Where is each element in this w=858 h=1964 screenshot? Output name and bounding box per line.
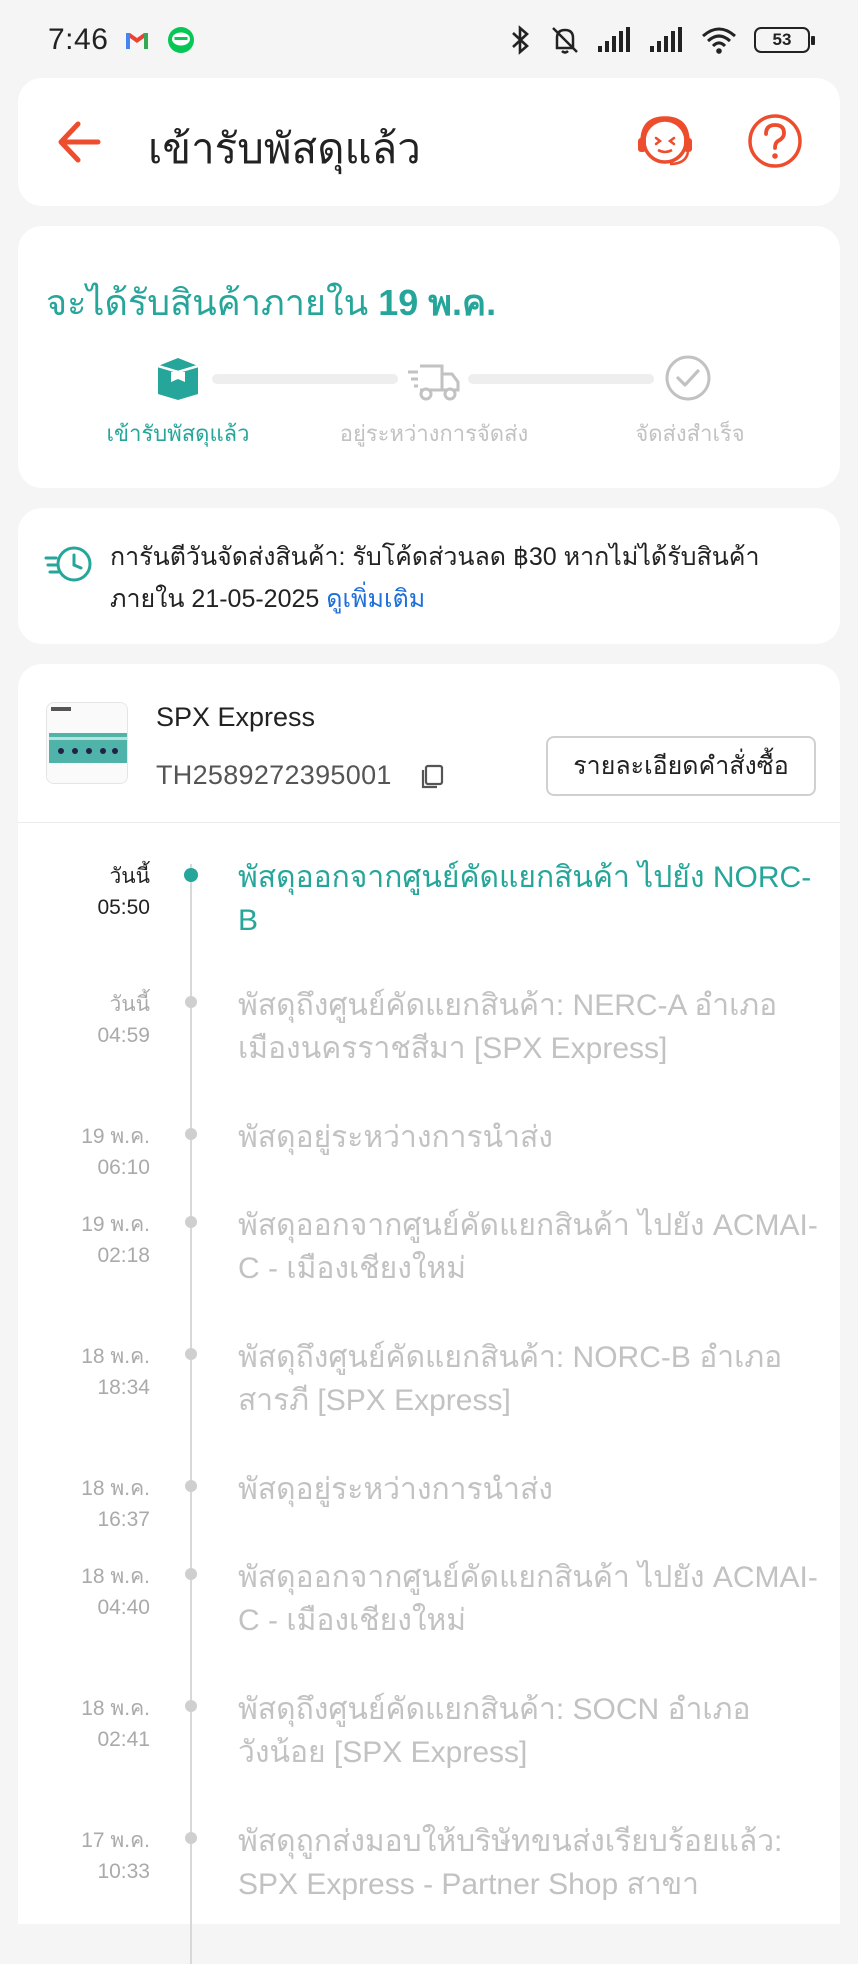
guarantee-message: การันตีวันจัดส่งสินค้า: รับโค้ดส่วนลด ฿3… <box>110 536 810 620</box>
event-description: พัสดุอยู่ระหว่างการนำส่ง <box>238 1473 553 1506</box>
timeline-dot <box>185 1216 197 1228</box>
battery-indicator: 53 <box>754 27 815 53</box>
event-date: 18 พ.ค. <box>81 1697 150 1720</box>
support-agent-icon[interactable] <box>632 108 698 174</box>
step-label-in-transit: อยู่ระหว่างการจัดส่ง <box>339 421 529 446</box>
status-indicators: 53 <box>508 24 815 56</box>
event-time: 04:40 <box>97 1596 150 1619</box>
status-bar: 7:46 53 <box>0 0 858 80</box>
timeline-line <box>190 864 192 1964</box>
event-time: 04:59 <box>97 1024 150 1047</box>
progress-connector <box>468 374 654 384</box>
event-description: พัสดุถึงศูนย์คัดแยกสินค้า: NORC-B อำเภอส… <box>238 1341 783 1417</box>
timeline-dot <box>185 1128 197 1140</box>
header-bar: เข้ารับพัสดุแล้ว <box>18 78 840 206</box>
carrier-logo <box>46 702 128 784</box>
back-arrow-icon[interactable] <box>48 110 118 174</box>
signal-icon <box>650 27 682 52</box>
see-more-link[interactable]: ดูเพิ่มเติม <box>326 585 425 613</box>
step-label-delivered: จัดส่งสำเร็จ <box>635 421 745 446</box>
signal-icon <box>598 27 630 52</box>
event-date: 18 พ.ค. <box>81 1345 150 1368</box>
help-icon[interactable] <box>742 108 808 174</box>
event-date: วันนี้ <box>109 993 150 1016</box>
event-date: 18 พ.ค. <box>81 1565 150 1588</box>
event-date: 19 พ.ค. <box>81 1125 150 1148</box>
event-time: 10:33 <box>97 1860 150 1883</box>
step-label-picked-up: เข้ารับพัสดุแล้ว <box>106 421 250 446</box>
page-title: เข้ารับพัสดุแล้ว <box>148 125 421 172</box>
line-app-icon <box>168 27 195 53</box>
timeline-dot <box>184 868 198 882</box>
tracking-card: SPX Express TH2589272395001 รายละเอียดคำ… <box>18 664 840 1964</box>
timeline-dot <box>185 1348 197 1360</box>
timeline-dot <box>185 1480 197 1492</box>
delivery-estimate-prefix: จะได้รับสินค้าภายใน <box>46 282 369 323</box>
truck-icon <box>408 364 460 401</box>
product-thumbnail-icon <box>47 703 127 783</box>
carrier-name: SPX Express <box>156 702 316 732</box>
event-time: 18:34 <box>97 1376 150 1399</box>
status-time: 7:46 <box>48 23 109 56</box>
bluetooth-icon <box>512 25 529 55</box>
clock-fast-icon <box>44 546 92 582</box>
guarantee-text: การันตีวันจัดส่งสินค้า: รับโค้ดส่วนลด ฿3… <box>110 543 760 613</box>
event-time: 02:41 <box>97 1728 150 1751</box>
check-circle-icon <box>665 355 711 401</box>
delivery-estimate: จะได้รับสินค้าภายใน 19 พ.ค. <box>46 274 496 331</box>
delivery-guarantee-card: การันตีวันจัดส่งสินค้า: รับโค้ดส่วนลด ฿3… <box>18 508 840 644</box>
wifi-icon <box>702 27 736 54</box>
event-description: พัสดุถึงศูนย์คัดแยกสินค้า: NERC-A อำเภอเ… <box>238 989 778 1065</box>
tracking-number: TH2589272395001 <box>156 760 392 790</box>
event-description: พัสดุออกจากศูนย์คัดแยกสินค้า ไปยัง ACMAI… <box>238 1209 818 1285</box>
event-description: พัสดุออกจากศูนย์คัดแยกสินค้า ไปยัง ACMAI… <box>238 1561 818 1637</box>
event-time: 02:18 <box>97 1244 150 1267</box>
timeline-dot <box>185 996 197 1008</box>
timeline-dot <box>185 1700 197 1712</box>
event-date: 17 พ.ค. <box>81 1829 150 1852</box>
order-detail-button[interactable]: รายละเอียดคำสั่งซื้อ <box>546 736 816 796</box>
gmail-icon <box>126 33 149 49</box>
event-description: พัสดุอยู่ระหว่างการนำส่ง <box>238 1121 553 1154</box>
event-description: พัสดุถูกส่งมอบให้บริษัทขนส่งเรียบร้อยแล้… <box>238 1825 783 1901</box>
timeline-dot <box>185 1568 197 1580</box>
event-date: 19 พ.ค. <box>81 1213 150 1236</box>
event-description: พัสดุถึงศูนย์คัดแยกสินค้า: SOCN อำเภอวัง… <box>238 1693 751 1769</box>
delivery-estimate-date: 19 พ.ค. <box>378 282 497 323</box>
divider <box>18 822 840 823</box>
battery-level: 53 <box>772 30 792 49</box>
copy-icon[interactable] <box>418 762 446 790</box>
event-time: 16:37 <box>97 1508 150 1531</box>
event-time: 06:10 <box>97 1156 150 1179</box>
bell-muted-icon <box>552 27 578 54</box>
event-time: 05:50 <box>97 896 150 919</box>
event-description: พัสดุออกจากศูนย์คัดแยกสินค้า ไปยัง NORC-… <box>238 861 812 937</box>
timeline-dot <box>185 1832 197 1844</box>
package-icon <box>157 358 199 400</box>
event-date: วันนี้ <box>109 865 150 888</box>
progress-connector <box>212 374 398 384</box>
event-date: 18 พ.ค. <box>81 1477 150 1500</box>
